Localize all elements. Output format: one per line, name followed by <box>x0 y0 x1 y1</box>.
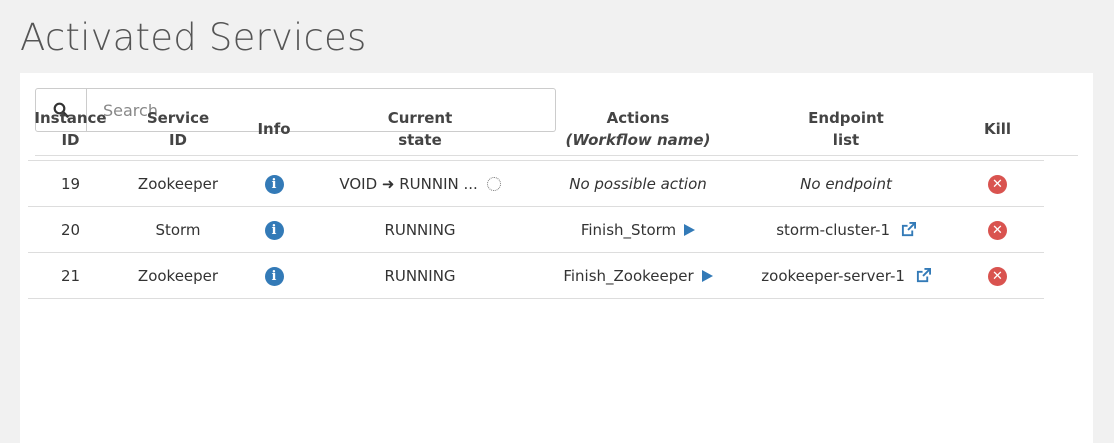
endpoint-link[interactable]: storm-cluster-1 <box>776 221 916 239</box>
table-header-row: Instance ID Service ID Info Current stat… <box>28 98 1044 161</box>
service-id-cell: Storm <box>113 206 243 253</box>
table-row: 19 Zookeeper i VOID ➜ RUNNIN ... No poss… <box>28 160 1044 207</box>
workflow-action-link[interactable]: Finish_Storm <box>580 220 696 239</box>
endpoint-label: storm-cluster-1 <box>776 220 891 239</box>
header-current-state[interactable]: Current state <box>305 98 535 161</box>
header-service-id[interactable]: Service ID <box>113 98 243 161</box>
state-cell: RUNNING <box>305 206 535 253</box>
info-cell: i <box>243 206 305 253</box>
kill-cell: ✕ <box>951 160 1044 207</box>
action-cell: Finish_Zookeeper <box>535 252 741 299</box>
state-cell: RUNNING <box>305 252 535 299</box>
endpoint-cell: storm-cluster-1 <box>741 206 951 253</box>
page-title: Activated Services <box>20 16 367 59</box>
kill-cell: ✕ <box>951 206 1044 253</box>
table-row: 21 Zookeeper i RUNNING Finish_Zookeeper … <box>28 252 1044 299</box>
spinner-icon <box>486 176 501 191</box>
kill-button[interactable]: ✕ <box>988 266 1007 286</box>
endpoint-link[interactable]: zookeeper-server-1 <box>761 266 931 285</box>
endpoint-cell: No endpoint <box>741 160 951 207</box>
header-endpoint-list[interactable]: Endpoint list <box>741 98 951 161</box>
table-row: 20 Storm i RUNNING Finish_Storm storm-cl… <box>28 206 1044 253</box>
kill-button[interactable]: ✕ <box>988 174 1007 194</box>
info-circle-icon[interactable]: i <box>264 266 284 286</box>
service-id-cell: Zookeeper <box>113 252 243 299</box>
play-icon <box>684 223 696 236</box>
play-icon <box>701 269 713 282</box>
action-cell: No possible action <box>535 160 741 207</box>
header-actions[interactable]: Actions (Workflow name) <box>535 98 741 161</box>
kill-button[interactable]: ✕ <box>988 220 1007 240</box>
action-label: Finish_Zookeeper <box>563 266 694 285</box>
workflow-action-link[interactable]: Finish_Zookeeper <box>563 266 713 285</box>
info-circle-icon[interactable]: i <box>264 174 284 194</box>
endpoint-cell: zookeeper-server-1 <box>741 252 951 299</box>
external-link-icon <box>916 267 931 282</box>
instance-id-cell: 20 <box>28 206 113 253</box>
info-cell: i <box>243 160 305 207</box>
header-kill[interactable]: Kill <box>951 98 1044 161</box>
kill-cell: ✕ <box>951 252 1044 299</box>
info-cell: i <box>243 252 305 299</box>
header-info[interactable]: Info <box>243 98 305 161</box>
instance-id-cell: 21 <box>28 252 113 299</box>
action-cell: Finish_Storm <box>535 206 741 253</box>
services-table: Instance ID Service ID Info Current stat… <box>28 98 1044 299</box>
service-id-cell: Zookeeper <box>113 160 243 207</box>
external-link-icon <box>901 221 916 236</box>
instance-id-cell: 19 <box>28 160 113 207</box>
action-label: Finish_Storm <box>580 220 677 239</box>
state-cell: VOID ➜ RUNNIN ... <box>305 160 535 207</box>
state-text: VOID ➜ RUNNIN ... <box>339 174 478 193</box>
header-instance-id[interactable]: Instance ID <box>28 98 113 161</box>
info-circle-icon[interactable]: i <box>264 220 284 240</box>
endpoint-label: zookeeper-server-1 <box>761 266 905 285</box>
